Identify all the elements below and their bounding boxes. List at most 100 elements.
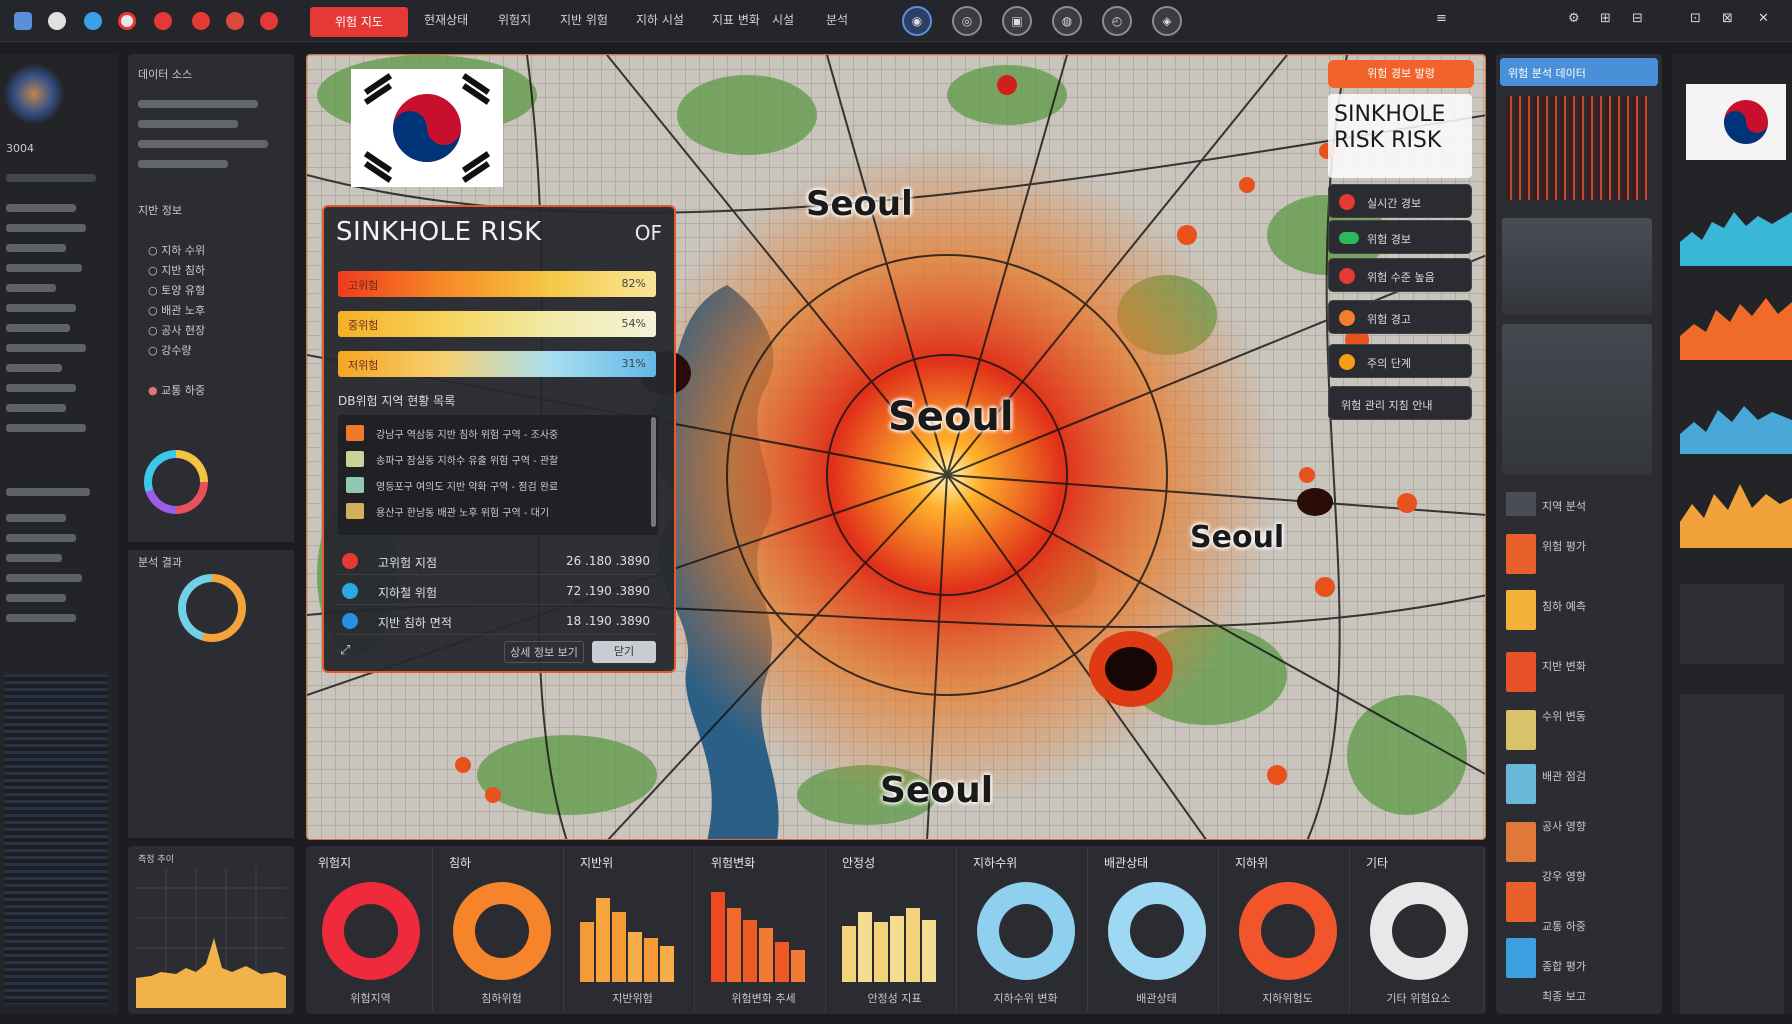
record-icon[interactable]: [154, 12, 172, 30]
sidebar-item[interactable]: ○ 배관 노후: [148, 302, 205, 318]
list-item[interactable]: 위험 평가: [1542, 538, 1586, 554]
sidebar-item[interactable]: ○ 공사 현장: [148, 322, 205, 338]
heatmap-thumbnail[interactable]: [1506, 96, 1650, 200]
split-icon[interactable]: ⊟: [1632, 11, 1643, 26]
tab-risk-map[interactable]: 위험 지도: [310, 7, 408, 37]
details-button[interactable]: 상세 정보 보기: [504, 641, 584, 663]
chart-thumbnail[interactable]: [1502, 218, 1652, 314]
chart-thumbnail[interactable]: [1680, 584, 1784, 664]
right-panel-header[interactable]: 위험 분석 데이터: [1500, 58, 1658, 86]
stat-label: 고위험 지점: [378, 556, 438, 570]
sidebar-item[interactable]: ○ 지하 수위: [148, 242, 205, 258]
globe-icon[interactable]: ◉: [902, 6, 932, 36]
alert-button[interactable]: 위험 경보 발령: [1328, 60, 1474, 88]
stat-row: 지반 침하 면적 18 .190 .3890: [338, 607, 656, 635]
menu-item-risk[interactable]: 위험지: [498, 11, 531, 28]
tile-icon[interactable]: ⊠: [1722, 11, 1733, 26]
chart-thumbnail[interactable]: [1502, 324, 1652, 474]
list-scrollbar[interactable]: [651, 417, 656, 527]
clock-icon[interactable]: ◴: [1102, 6, 1132, 36]
list-item[interactable]: 종합 평가: [1542, 958, 1586, 974]
menu-item-facility[interactable]: 시설: [772, 11, 794, 28]
grid-icon[interactable]: ⊞: [1600, 11, 1611, 26]
chart-thumbnail[interactable]: [1680, 694, 1784, 1014]
flag-thumbnail: [1686, 84, 1786, 160]
sidebar-ring-chart: [178, 574, 246, 642]
sync-icon[interactable]: [84, 12, 102, 30]
warning-icon[interactable]: [192, 12, 210, 30]
alert-icon[interactable]: [118, 12, 136, 30]
list-item[interactable]: 지역 분석: [1542, 498, 1586, 514]
sidebar-item[interactable]: ● 교통 하중: [148, 382, 205, 398]
home-icon[interactable]: [48, 12, 66, 30]
menu-item-underground[interactable]: 지하 시설: [636, 11, 684, 28]
list-item[interactable]: 송파구 잠실동 지하수 유출 위험 구역 - 관찰: [346, 449, 636, 469]
gauge-card[interactable]: 기타 기타 위험요소: [1356, 846, 1484, 1014]
pin-icon[interactable]: ◎: [952, 6, 982, 36]
gauge-card[interactable]: 지반위 지반위험: [570, 846, 695, 1014]
list-item[interactable]: 교통 하중: [1542, 918, 1586, 934]
gauge-card[interactable]: 안정성 안정성 지표: [832, 846, 957, 1014]
list-item[interactable]: 최종 보고: [1542, 988, 1586, 1004]
settings-icon[interactable]: ⚙: [1568, 11, 1580, 26]
menu-item-ground[interactable]: 지반 위험: [560, 11, 608, 28]
sidebar-item[interactable]: ○ 강수량: [148, 342, 191, 358]
app-icon[interactable]: [14, 12, 32, 30]
list-item[interactable]: 공사 영향: [1542, 818, 1586, 834]
list-swatch: [1506, 590, 1536, 630]
menu-item-analysis[interactable]: 분석: [826, 11, 848, 28]
list-item[interactable]: 지반 변화: [1542, 658, 1586, 674]
gauge-card[interactable]: 침하 침하위험: [439, 846, 564, 1014]
far-right-strip: [1672, 54, 1792, 1014]
left-strip-line: [6, 574, 82, 582]
sidebar-divider: [128, 542, 294, 550]
risk-bar-medium[interactable]: 중위험 54%: [338, 311, 656, 337]
guide-button[interactable]: 위험 관리 지침 안내: [1328, 386, 1472, 420]
trend-thumbnail: [1680, 298, 1792, 360]
legend-item[interactable]: 주의 단계: [1328, 344, 1472, 378]
list-item[interactable]: 강남구 역삼동 지반 침하 위험 구역 - 조사중: [346, 423, 636, 443]
left-sidebar: 데이터 소스 지반 정보 ○ 지하 수위 ○ 지반 침하 ○ 토양 유형 ○ 배…: [128, 54, 294, 840]
gauge-bar: [628, 932, 642, 982]
gauge-card[interactable]: 지하위 지하위험도: [1225, 846, 1350, 1014]
expand-icon[interactable]: ⤢: [340, 643, 350, 658]
list-item[interactable]: 침하 예측: [1542, 598, 1586, 614]
window-icon[interactable]: ⊡: [1690, 11, 1701, 26]
coin-icon[interactable]: ◍: [1052, 6, 1082, 36]
sidebar-item-label: 배관 노후: [161, 304, 206, 317]
list-item[interactable]: 수위 변동: [1542, 708, 1586, 724]
risk-swatch: [346, 503, 364, 519]
left-strip-heatmap: [4, 64, 64, 124]
list-item[interactable]: 영등포구 여의도 지반 약화 구역 - 점검 완료: [346, 475, 636, 495]
risk-bar-low[interactable]: 저위험 31%: [338, 351, 656, 377]
legend-item-live[interactable]: 실시간 경보: [1328, 184, 1472, 218]
legend-item[interactable]: 위험 경고: [1328, 300, 1472, 334]
left-strip-line: [6, 534, 76, 542]
stop-icon[interactable]: [260, 12, 278, 30]
close-button[interactable]: 닫기: [592, 641, 656, 663]
flag-icon[interactable]: [226, 12, 244, 30]
layers-icon[interactable]: ◈: [1152, 6, 1182, 36]
list-item[interactable]: 용산구 한남동 배관 노후 위험 구역 - 대기: [346, 501, 636, 521]
legend-item[interactable]: 위험 수준 높음: [1328, 258, 1472, 292]
gauge-card[interactable]: 위험지 위험지역: [308, 846, 433, 1014]
lock-icon[interactable]: ▣: [1002, 6, 1032, 36]
radio-icon: ●: [148, 384, 162, 397]
menu-icon[interactable]: ≡: [1436, 11, 1447, 26]
list-item[interactable]: 배관 점검: [1542, 768, 1586, 784]
legend-item[interactable]: 위험 경보: [1328, 220, 1472, 254]
risk-swatch: [346, 451, 364, 467]
risk-bar-high[interactable]: 고위험 82%: [338, 271, 656, 297]
menu-item-surface[interactable]: 지표 변화: [712, 11, 760, 28]
close-icon[interactable]: ✕: [1758, 11, 1769, 26]
sidebar-item[interactable]: ○ 지반 침하: [148, 262, 205, 278]
trend-chart: [136, 868, 286, 1008]
menu-item-status[interactable]: 현재상태: [424, 11, 468, 28]
gauge-card[interactable]: 배관상태 배관상태: [1094, 846, 1219, 1014]
gauge-card[interactable]: 지하수위 지하수위 변화: [963, 846, 1088, 1014]
sidebar-item[interactable]: ○ 토양 유형: [148, 282, 205, 298]
legend-item-label: 실시간 경보: [1367, 197, 1422, 210]
sidebar-item-label: 공사 현장: [161, 324, 206, 337]
list-item[interactable]: 강우 영향: [1542, 868, 1586, 884]
gauge-card[interactable]: 위험변화 위험변화 추세: [701, 846, 826, 1014]
